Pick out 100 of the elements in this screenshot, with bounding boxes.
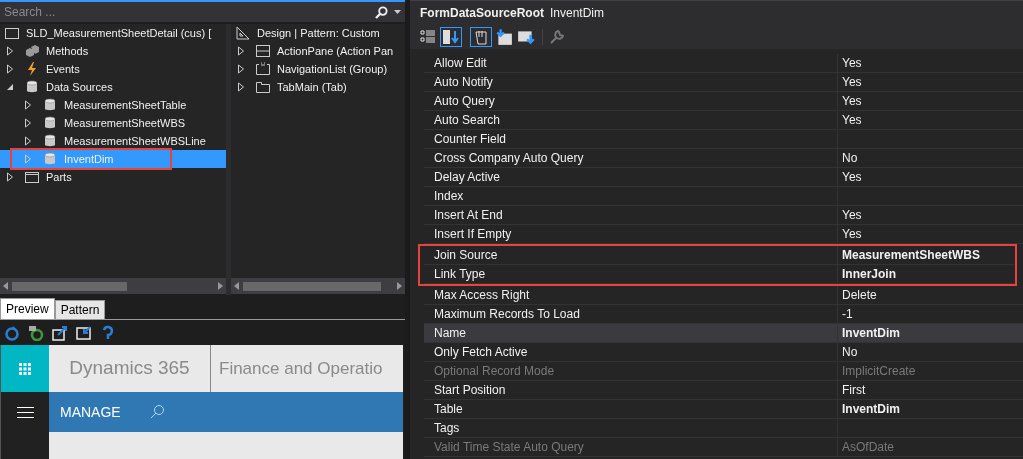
property-value: Yes bbox=[841, 169, 862, 186]
property-value: AsOfDate bbox=[841, 439, 895, 456]
property-name: Valid Time State Auto Query bbox=[424, 438, 838, 456]
property-value: -1 bbox=[841, 306, 853, 323]
menu-button[interactable] bbox=[1, 392, 49, 432]
export-icon[interactable] bbox=[52, 324, 68, 341]
tree-item[interactable]: MeasurementSheetTable bbox=[0, 96, 226, 114]
property-value: No bbox=[841, 150, 858, 167]
object-type: FormDataSourceRoot bbox=[420, 5, 544, 22]
property-value: MeasurementSheetWBS bbox=[841, 247, 981, 264]
tab[interactable]: Pattern bbox=[54, 300, 106, 319]
property-value: Delete bbox=[841, 287, 877, 304]
property-row[interactable]: Index bbox=[424, 187, 1023, 206]
property-row[interactable]: Name InventDim bbox=[424, 324, 1023, 343]
cubes-icon bbox=[24, 43, 40, 59]
property-row[interactable]: Counter Field bbox=[424, 130, 1023, 149]
scroll-left-arrow-icon[interactable] bbox=[3, 282, 8, 290]
property-row[interactable]: Cross Company Auto Query No bbox=[424, 149, 1023, 168]
property-value: InnerJoin bbox=[841, 266, 896, 283]
tree-item[interactable]: Parts bbox=[0, 168, 226, 186]
property-value: Yes bbox=[841, 112, 862, 129]
property-name: Insert If Empty bbox=[424, 225, 838, 243]
form-icon bbox=[24, 169, 40, 185]
property-name: Only Fetch Active bbox=[424, 343, 838, 361]
property-name: Allow Edit bbox=[424, 54, 838, 72]
property-name: Delay Active bbox=[424, 168, 838, 186]
property-row[interactable]: Only Fetch Active No bbox=[424, 343, 1023, 362]
tree-item[interactable]: Data Sources bbox=[0, 78, 226, 96]
search-icon[interactable] bbox=[375, 5, 388, 19]
property-row[interactable]: Tags bbox=[424, 419, 1023, 438]
nav-label[interactable]: MANAGE bbox=[60, 401, 121, 423]
collapse-caret-icon[interactable] bbox=[6, 82, 14, 92]
object-name: InventDim bbox=[550, 5, 605, 22]
tree-item[interactable]: MeasurementSheetWBS bbox=[0, 114, 226, 132]
menu-icon bbox=[16, 406, 34, 418]
tree-item[interactable]: SLD_MeasurementSheetDetail (cus) [ bbox=[0, 24, 226, 42]
import-icon[interactable] bbox=[76, 324, 92, 341]
database-icon bbox=[24, 79, 40, 95]
property-value: Yes bbox=[841, 93, 862, 110]
property-row[interactable]: Start Position First bbox=[424, 381, 1023, 400]
scroll-right-arrow-icon[interactable] bbox=[397, 282, 402, 290]
waffle-icon bbox=[19, 362, 31, 375]
ruler-triangle-icon bbox=[235, 25, 251, 41]
tree-item[interactable]: Events bbox=[0, 60, 226, 78]
property-row[interactable]: Table InventDim bbox=[424, 400, 1023, 419]
scroll-right-arrow-icon[interactable] bbox=[218, 282, 223, 290]
sort-icon[interactable] bbox=[440, 27, 462, 47]
property-row[interactable]: Max Access Right Delete bbox=[424, 286, 1023, 305]
property-row[interactable]: Join Source MeasurementSheetWBS bbox=[424, 246, 1015, 265]
scrollbar[interactable] bbox=[0, 278, 226, 294]
property-row[interactable]: Allow Edit Yes bbox=[424, 54, 1023, 73]
database-icon bbox=[42, 133, 58, 149]
wrench-icon[interactable] bbox=[549, 29, 565, 45]
property-row[interactable]: Insert If Empty Yes bbox=[424, 225, 1023, 244]
property-row[interactable]: Link Type InnerJoin bbox=[424, 265, 1015, 284]
tree-item[interactable]: Methods bbox=[0, 42, 226, 60]
dropdown-caret-icon[interactable] bbox=[394, 10, 401, 14]
property-value: First bbox=[841, 382, 866, 399]
property-row[interactable]: Insert At End Yes bbox=[424, 206, 1023, 225]
property-name: Link Type bbox=[424, 265, 838, 283]
refresh-icon[interactable] bbox=[28, 324, 44, 341]
property-name: Optional Record Mode bbox=[424, 362, 838, 380]
property-name: Index bbox=[424, 187, 838, 205]
property-value: No bbox=[841, 344, 858, 361]
tree-item[interactable]: TabMain (Tab) bbox=[231, 78, 405, 96]
property-row[interactable]: Auto Query Yes bbox=[424, 92, 1023, 111]
event-handler-icon[interactable] bbox=[470, 27, 492, 47]
property-name: Max Access Right bbox=[424, 286, 838, 304]
property-name: Tags bbox=[424, 419, 838, 437]
property-row[interactable]: Maximum Records To Load -1 bbox=[424, 305, 1023, 324]
nav-rail bbox=[1, 432, 49, 459]
property-value: Yes bbox=[841, 74, 862, 91]
scroll-left-arrow-icon[interactable] bbox=[234, 282, 239, 290]
tree-item[interactable]: Design | Pattern: Custom bbox=[231, 24, 405, 42]
app-module: Finance and Operatio bbox=[218, 357, 384, 380]
property-name: Auto Query bbox=[424, 92, 838, 110]
property-name: Name bbox=[424, 324, 838, 342]
refresh-icon[interactable] bbox=[4, 324, 20, 341]
tree-item[interactable]: MeasurementSheetWBSLine bbox=[0, 132, 226, 150]
property-value: ImplicitCreate bbox=[841, 363, 916, 380]
tab[interactable]: Preview bbox=[0, 298, 55, 319]
search-field[interactable]: Search ... bbox=[0, 0, 405, 22]
group-icon bbox=[255, 61, 271, 77]
tree-item[interactable]: NavigationList (Group) bbox=[231, 60, 405, 78]
property-row[interactable]: Delay Active Yes bbox=[424, 168, 1023, 187]
property-row[interactable]: Auto Notify Yes bbox=[424, 73, 1023, 92]
property-name: Maximum Records To Load bbox=[424, 305, 838, 323]
property-value: InventDim bbox=[841, 401, 900, 418]
tree-item[interactable]: ActionPane (Action Pan bbox=[231, 42, 405, 60]
scrollbar[interactable] bbox=[231, 278, 405, 294]
property-name: Counter Field bbox=[424, 130, 838, 148]
form-icon bbox=[4, 25, 20, 41]
grid-download-icon[interactable] bbox=[494, 27, 514, 47]
database-icon bbox=[42, 151, 58, 167]
search-input[interactable]: Search ... bbox=[4, 3, 375, 21]
property-name: Table bbox=[424, 400, 838, 418]
pane-icon bbox=[255, 43, 271, 59]
property-name: Auto Search bbox=[424, 111, 838, 129]
property-name: Join Source bbox=[424, 246, 838, 264]
property-row[interactable]: Auto Search Yes bbox=[424, 111, 1023, 130]
